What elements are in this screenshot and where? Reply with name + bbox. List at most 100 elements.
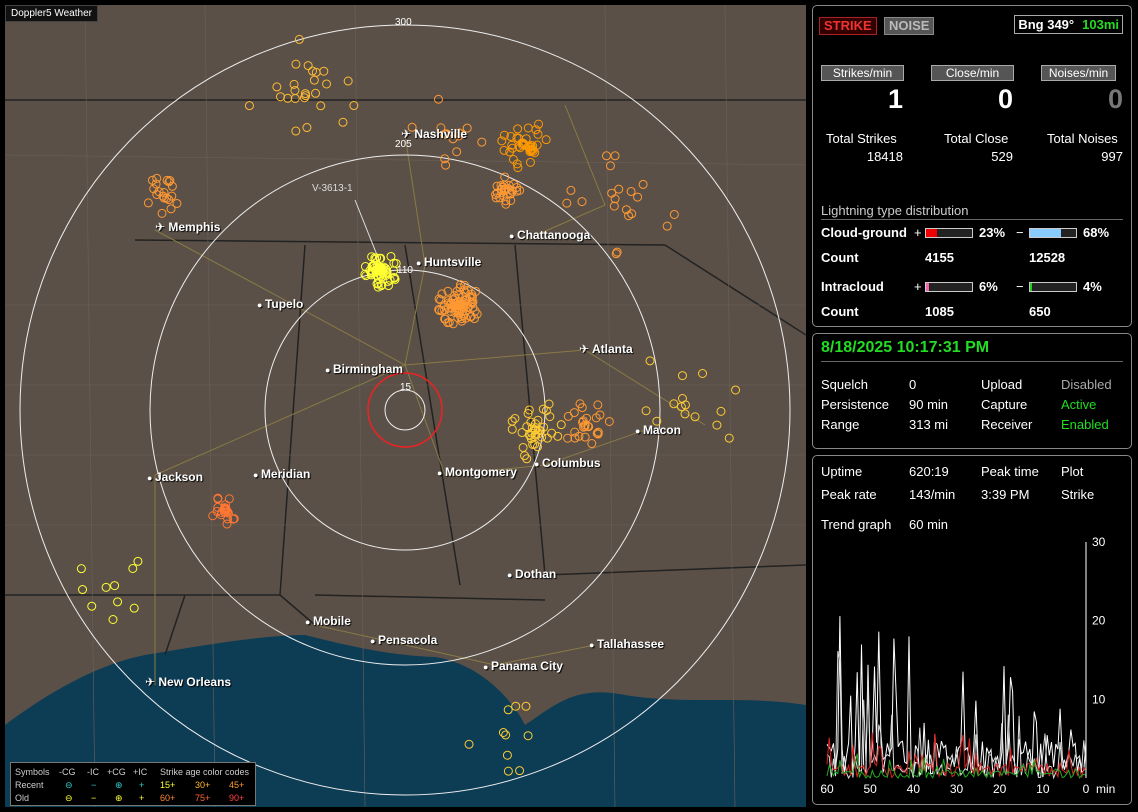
city-name: Birmingham	[332, 362, 403, 376]
strike-marker	[593, 400, 603, 410]
city-dot-icon: ●	[483, 662, 491, 672]
city-montgomery: ● Montgomery	[437, 465, 517, 480]
cg-negative-count: 12528	[1029, 250, 1066, 265]
bearing-label: Bng 349°	[1018, 17, 1075, 32]
noise-button[interactable]: NOISE	[884, 17, 935, 35]
city-tupelo: ● Tupelo	[257, 297, 303, 312]
ring-label-15: 15	[400, 382, 412, 393]
plot-value[interactable]: Strike	[1061, 487, 1094, 502]
strike-marker	[521, 701, 531, 711]
strike-button[interactable]: STRIKE	[819, 17, 877, 35]
city-huntsville: ● Huntsville	[416, 255, 481, 270]
legend-symbols-label: Symbols	[15, 767, 50, 777]
city-dot-icon: ●	[437, 468, 445, 478]
close-per-min-header: Close/min	[931, 65, 1014, 81]
strike-marker	[541, 135, 551, 145]
city-dothan: ● Dothan	[507, 567, 556, 582]
strike-marker	[272, 82, 282, 92]
legend-age-75: 75+	[195, 793, 211, 803]
strike-marker	[349, 101, 359, 111]
range-value: 313 mi	[909, 417, 949, 432]
city-dot-icon: ●	[370, 636, 378, 646]
city-name: New Orleans	[158, 675, 232, 689]
strike-marker	[303, 61, 313, 71]
cg-minus-sign: −	[1016, 225, 1024, 240]
receiver-label: Receiver	[981, 417, 1033, 432]
legend-old-pos-cg-icon: ⊕	[115, 793, 123, 803]
lightning-map[interactable]: Doppler5 Weather 300 205 110 15 V-3613-1…	[5, 5, 806, 807]
map-canvas[interactable]	[5, 5, 806, 807]
city-name: Chattanooga	[516, 228, 591, 242]
strike-marker	[143, 198, 153, 208]
trend-x-tick-label: 20	[993, 782, 1007, 796]
city-pensacola: ● Pensacola	[370, 633, 437, 648]
trend-y-ticks: 30 20 10	[1092, 536, 1106, 706]
legend-recent-pos-ic-icon: +	[139, 780, 145, 790]
airport-icon: ✈	[401, 127, 415, 141]
peak-time-label: Peak time	[981, 464, 1039, 479]
legend-age-90: 90+	[229, 793, 245, 803]
strike-marker	[76, 564, 86, 574]
strike-marker	[610, 151, 620, 161]
strike-marker	[605, 161, 615, 171]
intracloud-label: Intracloud	[821, 279, 884, 294]
strike-marker	[677, 393, 687, 403]
city-columbus: ● Columbus	[534, 456, 601, 471]
cg-positive-bar	[925, 228, 973, 238]
legend-pos-cg: +CG	[107, 767, 126, 777]
strike-marker	[477, 137, 487, 147]
city-dot-icon: ●	[635, 426, 643, 436]
strike-marker	[601, 151, 611, 161]
strike-marker	[677, 371, 687, 381]
legend-old-pos-ic-icon: +	[139, 793, 145, 803]
legend-old-label: Old	[15, 793, 30, 803]
squelch-value: 0	[909, 377, 917, 392]
city-name: Meridian	[260, 467, 311, 481]
ic-negative-pct: 4%	[1083, 279, 1102, 294]
strike-stats-panel: STRIKE NOISE Bng 349° 103mi Strikes/min C…	[812, 5, 1132, 327]
strike-marker	[645, 356, 655, 366]
ic-minus-sign: −	[1016, 279, 1024, 294]
trend-series	[826, 616, 1087, 780]
city-dot-icon: ●	[325, 365, 333, 375]
total-noises-label: Total Noises	[1047, 131, 1118, 146]
city-name: Panama City	[490, 659, 563, 673]
legend-age-label: Strike age color codes	[160, 767, 250, 777]
city-name: Huntsville	[423, 255, 482, 269]
strike-marker	[626, 186, 636, 196]
strike-marker	[322, 79, 332, 89]
total-close-value: 529	[991, 149, 1013, 164]
strike-marker	[525, 157, 535, 167]
strike-marker	[569, 408, 579, 418]
city-chattanooga: ● Chattanooga	[509, 228, 590, 243]
trend-y-tick-label: 30	[1092, 536, 1106, 549]
peak-rate-value: 143/min	[909, 487, 956, 502]
trend-x-tick-label: 60	[820, 782, 834, 796]
peak-time-value: 3:39 PM	[981, 487, 1030, 502]
city-name: Pensacola	[377, 633, 438, 647]
strike-marker	[110, 581, 120, 591]
distribution-divider	[821, 219, 1123, 220]
legend-recent-pos-cg-icon: ⊕	[115, 780, 123, 790]
strike-marker	[244, 101, 254, 111]
legend-recent-neg-ic-icon: −	[91, 780, 97, 790]
station-label: V-3613-1	[312, 183, 353, 194]
settings-panel: 8/18/2025 10:17:31 PM Squelch 0 Upload D…	[812, 333, 1132, 449]
trend-graph-value[interactable]: 60 min	[909, 517, 948, 532]
legend-pos-ic: +IC	[133, 767, 148, 777]
ic-negative-bar-fill	[1030, 283, 1032, 291]
legend-recent-label: Recent	[15, 780, 44, 790]
total-close-label: Total Close	[944, 131, 1009, 146]
ic-negative-bar	[1029, 282, 1077, 292]
city-name: Jackson	[154, 470, 203, 484]
strike-marker	[513, 124, 523, 134]
strike-marker	[523, 123, 533, 133]
city-dot-icon: ●	[257, 300, 265, 310]
city-memphis: ✈ Memphis	[155, 220, 220, 234]
persistence-value: 90 min	[909, 397, 949, 412]
city-birmingham: ● Birmingham	[325, 362, 403, 377]
strike-marker	[641, 406, 651, 416]
trend-x-tick-label: 50	[863, 782, 877, 796]
strike-marker	[108, 615, 118, 625]
trend-graph-label: Trend graph	[821, 517, 892, 532]
